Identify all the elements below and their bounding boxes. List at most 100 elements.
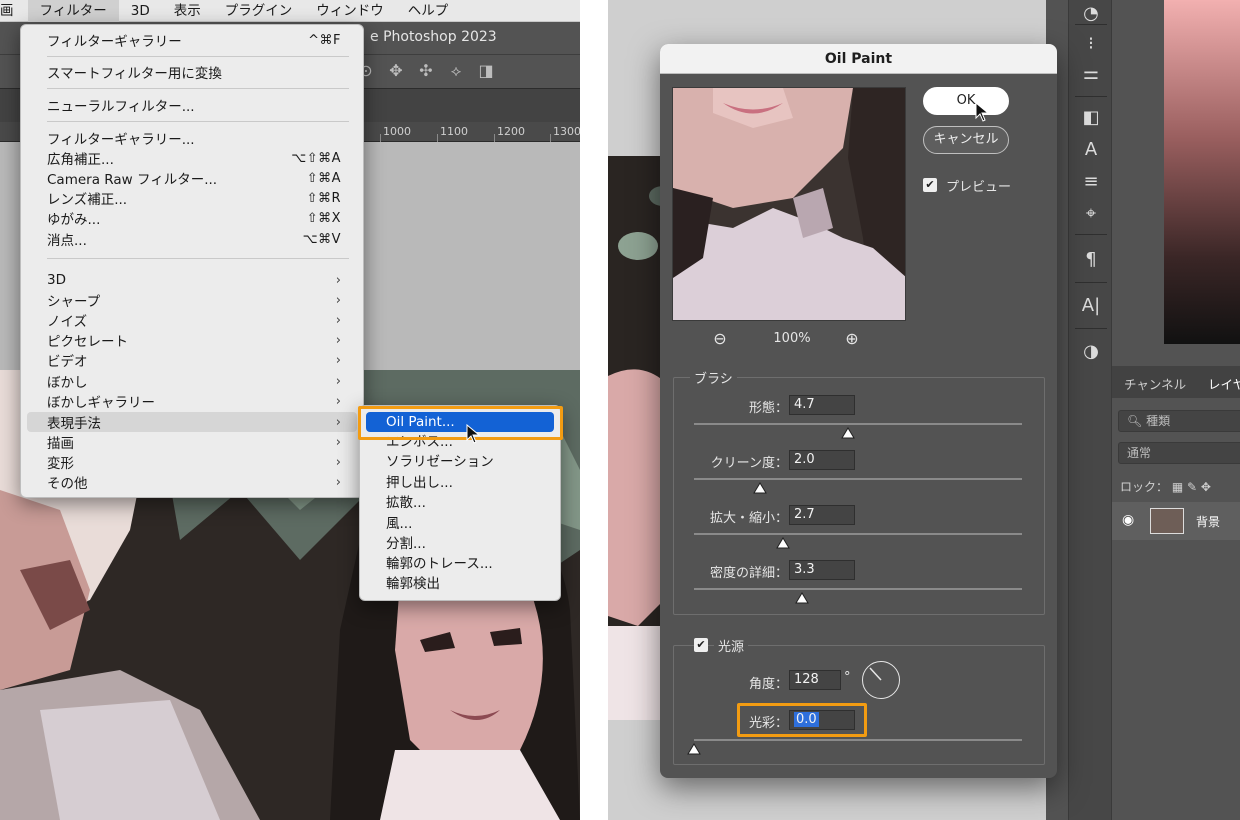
menu-item-other[interactable]: その他 › [27, 472, 357, 493]
menu-item-vanishing-point[interactable]: 消点... ⌥⌘V [27, 229, 357, 250]
roll-3d-icon[interactable]: ✥ [386, 61, 406, 81]
cleanliness-input[interactable]: 2.0 [789, 450, 855, 470]
tab-channels[interactable]: チャンネル [1124, 374, 1186, 393]
visibility-eye-icon[interactable]: ◉ [1122, 512, 1134, 528]
color-adjust-icon[interactable]: ◑ [1069, 338, 1113, 366]
blend-mode-select[interactable]: 通常 [1118, 442, 1240, 464]
clone-source-icon[interactable]: ◧ [1069, 104, 1113, 132]
slide-3d-icon[interactable]: ⟡ [446, 61, 466, 81]
menu-item-convert-smart-filter[interactable]: スマートフィルター用に変換 [27, 62, 357, 82]
brush-group-title: ブラシ [690, 368, 737, 387]
menu-item-blur[interactable]: ぼかし › [27, 371, 357, 392]
cleanliness-label: クリーン度： [710, 456, 788, 471]
cleanliness-slider-handle[interactable] [752, 482, 767, 494]
submenu-item-extrude[interactable]: 押し出し... [366, 473, 554, 493]
menu-item-filter-gallery[interactable]: フィルターギャラリー... [27, 128, 357, 148]
scale-input[interactable]: 2.7 [789, 505, 855, 525]
menu-item-noise[interactable]: ノイズ › [27, 310, 357, 331]
submenu-item-wind[interactable]: 風... [366, 514, 554, 534]
bristle-detail-label: 密度の詳細： [709, 566, 788, 581]
shine-slider-handle[interactable] [687, 743, 701, 755]
video-camera-icon[interactable]: ◨ [476, 61, 496, 81]
stylization-input[interactable]: 4.7 [789, 395, 855, 415]
panel-icon-strip: ◔ ⁝ ⚌ ◧ A ≡ ⌖ ¶ A| ◑ [1068, 0, 1112, 820]
submenu-item-solarize[interactable]: ソラリゼーション [366, 452, 554, 472]
zoom-level: 100% [773, 331, 811, 346]
menu-item-3d[interactable]: 3D › [27, 270, 357, 290]
menu-item-adaptive-wide-angle[interactable]: 広角補正... ⌥⇧⌘A [27, 148, 357, 169]
brush-presets-icon[interactable]: ⚌ [1069, 60, 1113, 88]
menu-item-filter-gallery-last[interactable]: フィルターギャラリー ^⌘F [27, 30, 357, 51]
menu-item-video[interactable]: ビデオ › [27, 350, 357, 371]
pan-3d-icon[interactable]: ✣ [416, 61, 436, 81]
zoom-in-icon[interactable]: ⊕ [842, 329, 862, 349]
menu-item-liquify[interactable]: ゆがみ... ⇧⌘X [27, 208, 357, 229]
zoom-controls: ⊖ 100% ⊕ [710, 329, 870, 351]
menubar-item-3d[interactable]: 3D [119, 0, 162, 22]
menubar-item-plugins[interactable]: プラグイン [213, 0, 305, 22]
menubar-item-window[interactable]: ウィンドウ [304, 0, 396, 22]
layer-search-field[interactable]: 🔍︎ 種類 [1118, 410, 1240, 432]
oil-paint-dialog: Oil Paint ⊖ 100% ⊕ OK キャンセル ✔ プレビュー ブラシ … [660, 44, 1057, 778]
photoshop-right-window: ◔ ⁝ ⚌ ◧ A ≡ ⌖ ¶ A| ◑ チャンネル レイヤ 🔍︎ 種類 通常 … [608, 0, 1240, 820]
submenu-item-diffuse[interactable]: 拡散... [366, 493, 554, 513]
oil-paint-highlight-box [358, 406, 563, 440]
filter-preview[interactable] [672, 87, 906, 321]
menubar-item-help[interactable]: ヘルプ [396, 0, 461, 22]
mouse-pointer-icon [466, 424, 480, 444]
menu-item-neural-filters[interactable]: ニューラルフィルター... [27, 95, 357, 115]
menu-item-lens-correction[interactable]: レンズ補正... ⇧⌘R [27, 188, 357, 209]
ruler-tick: 1300 [553, 125, 580, 138]
ruler-tick: 1200 [497, 125, 525, 138]
shine-slider-track[interactable] [694, 739, 1022, 741]
stylization-slider-handle[interactable] [841, 427, 856, 439]
scale-slider-handle[interactable] [775, 537, 790, 549]
preview-checkbox[interactable]: ✔ [923, 178, 937, 192]
menu-item-sharpen[interactable]: シャープ › [27, 290, 357, 311]
zoom-out-icon[interactable]: ⊖ [710, 329, 730, 349]
paths-icon[interactable]: ⌖ [1069, 200, 1113, 228]
brush-settings-icon[interactable]: ⁝ [1069, 30, 1113, 58]
cancel-button[interactable]: キャンセル [923, 126, 1009, 154]
scale-label: 拡大・縮小： [709, 511, 788, 526]
scale-slider-track[interactable] [694, 533, 1022, 535]
dialog-title: Oil Paint [660, 44, 1057, 74]
preview-label: プレビュー [946, 180, 1012, 195]
screenshot-divider [580, 0, 608, 820]
submenu-item-trace-contour[interactable]: 輪郭のトレース... [366, 554, 554, 574]
layer-name: 背景 [1196, 515, 1221, 529]
menu-item-stylize[interactable]: 表現手法 › [27, 412, 357, 432]
stylization-slider-track[interactable] [694, 423, 1022, 425]
character-icon[interactable]: A| [1069, 292, 1113, 320]
photoshop-left-window: 画 フィルター 3D 表示 プラグイン ウィンドウ ヘルプ e Photosho… [0, 0, 580, 820]
adjustments-icon[interactable]: ≡ [1069, 168, 1113, 196]
layer-row-background[interactable]: ◉ 背景 [1112, 502, 1240, 540]
lighting-checkbox[interactable]: ✔ [694, 638, 708, 652]
menubar-item-filter[interactable]: フィルター [27, 0, 119, 22]
menu-item-blur-gallery[interactable]: ぼかしギャラリー › [27, 391, 357, 412]
filter-menu: フィルターギャラリー ^⌘F スマートフィルター用に変換 ニューラルフィルター..… [20, 24, 364, 498]
menu-item-pixelate[interactable]: ピクセレート › [27, 330, 357, 351]
menu-item-distort[interactable]: 変形 › [27, 452, 357, 473]
bristle-detail-input[interactable]: 3.3 [789, 560, 855, 580]
bristle-detail-slider-handle[interactable] [795, 592, 810, 604]
menubar-item-view[interactable]: 表示 [162, 0, 213, 22]
menubar-item-edit[interactable]: 画 [0, 0, 28, 22]
degree-unit: ° [844, 670, 851, 685]
bristle-detail-slider-track[interactable] [694, 588, 1022, 590]
submenu-item-tiles[interactable]: 分割... [366, 534, 554, 554]
ok-button[interactable]: OK [923, 87, 1009, 115]
angle-input[interactable]: 128 [789, 670, 841, 690]
menu-item-camera-raw[interactable]: Camera Raw フィルター... ⇧⌘A [27, 168, 357, 189]
angle-dial[interactable] [862, 661, 900, 699]
paragraph-icon[interactable]: ¶ [1069, 246, 1113, 274]
menu-item-render[interactable]: 描画 › [27, 432, 357, 453]
angle-label: 角度： [748, 677, 788, 692]
color-picker-field[interactable] [1164, 0, 1240, 344]
tab-layers[interactable]: レイヤ [1208, 374, 1240, 393]
ruler-tick: 1000 [383, 125, 411, 138]
ruler-tick: 1100 [440, 125, 468, 138]
cleanliness-slider-track[interactable] [694, 478, 1022, 480]
submenu-item-find-edges[interactable]: 輪郭検出 [366, 574, 554, 594]
character-styles-icon[interactable]: A [1069, 136, 1113, 164]
